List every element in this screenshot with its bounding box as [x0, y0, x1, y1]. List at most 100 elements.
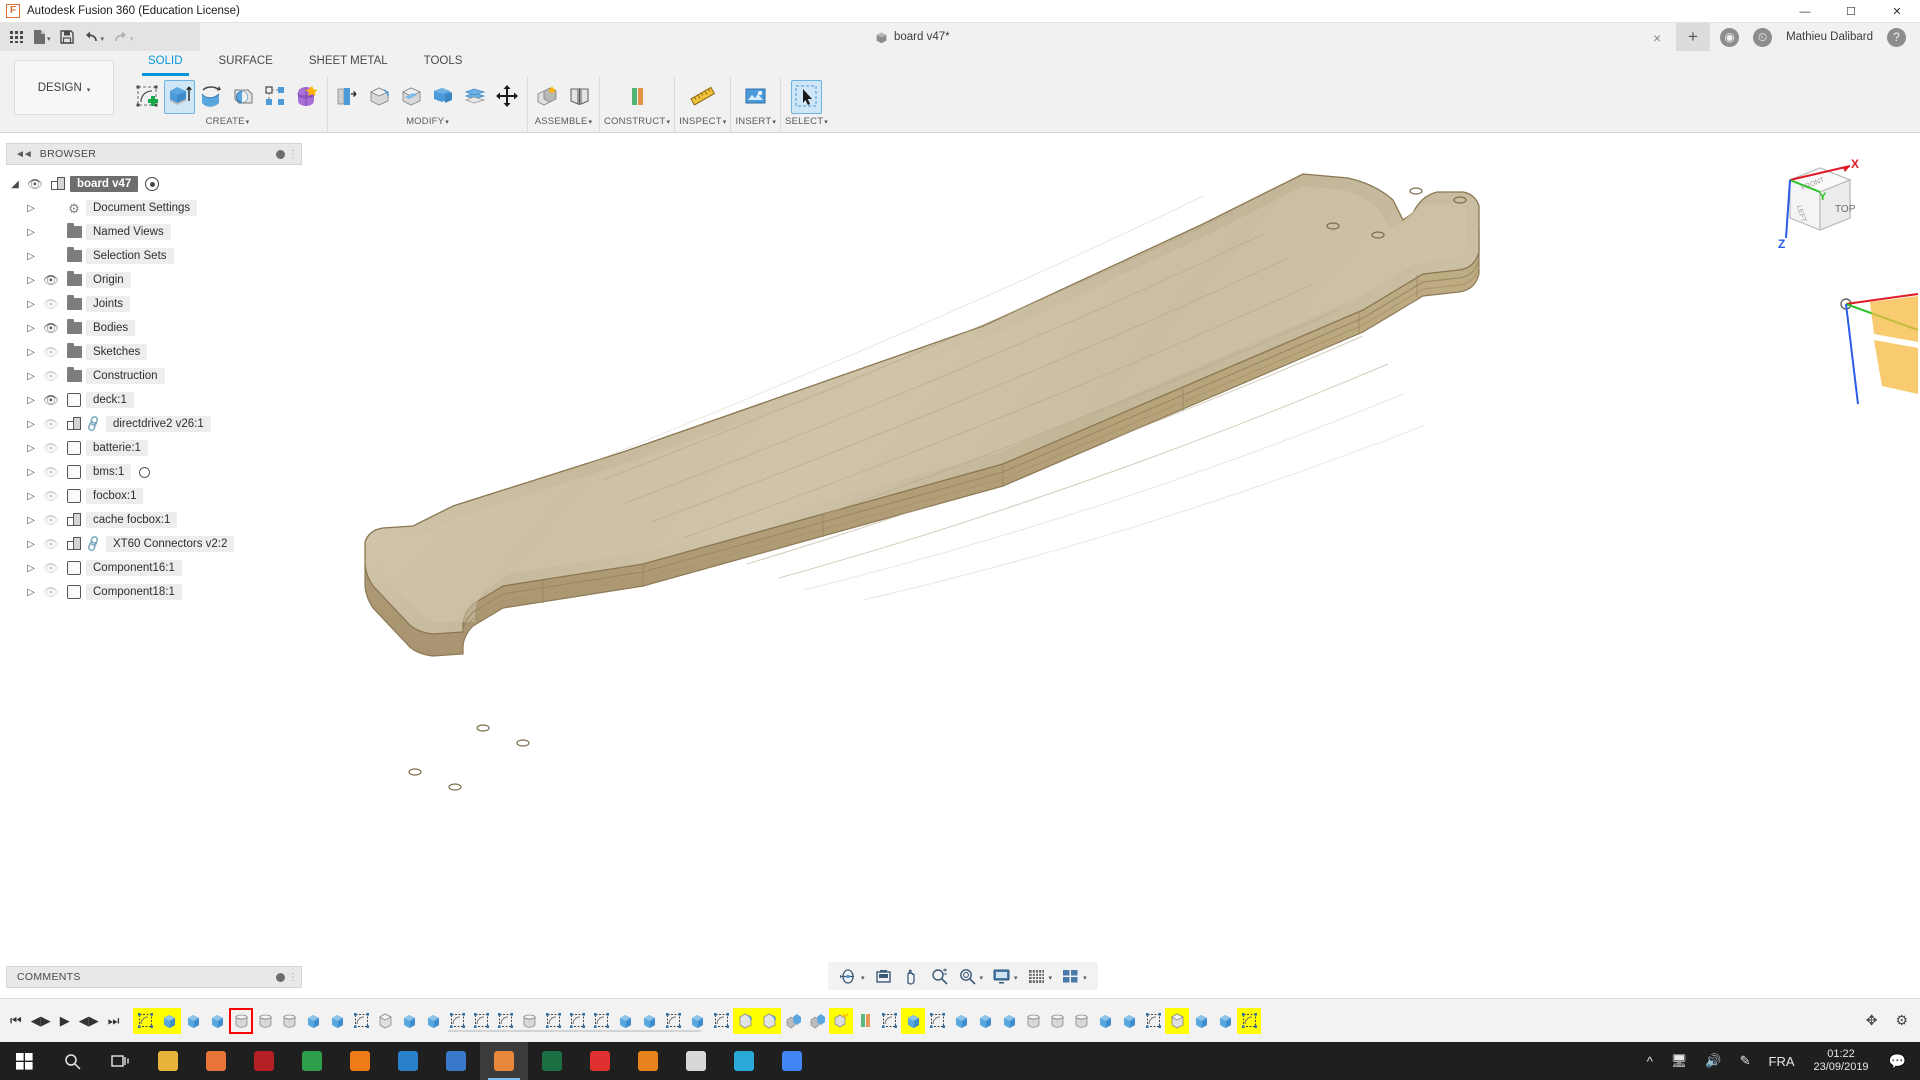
expand-arrow-right-icon[interactable]: ▷ — [22, 587, 40, 598]
timeline-feature-38[interactable] — [1021, 1008, 1045, 1034]
timeline-feature-41[interactable] — [1093, 1008, 1117, 1034]
contact-set-icon[interactable] — [139, 467, 150, 478]
chevron-up-icon[interactable]: ^ — [1638, 1054, 1662, 1069]
timeline-feature-12[interactable] — [397, 1008, 421, 1034]
workspace-switcher[interactable]: DESIGN ▾ — [14, 60, 114, 115]
form-icon[interactable] — [292, 80, 323, 114]
timeline-feature-35[interactable] — [949, 1008, 973, 1034]
visibility-toggle-icon[interactable]: 👁 — [40, 585, 62, 599]
tree-item-deck-1[interactable]: ▷👁deck:1 — [6, 388, 302, 412]
expand-arrow-right-icon[interactable]: ▷ — [22, 347, 40, 358]
visibility-toggle-icon[interactable]: 👁 — [40, 345, 62, 359]
clock[interactable]: 01:22 23/09/2019 — [1804, 1048, 1879, 1074]
new-tab-button[interactable]: + — [1676, 23, 1710, 51]
display-settings-icon[interactable]: ▾ — [989, 964, 1021, 988]
tree-item-construction[interactable]: ▷👁Construction — [6, 364, 302, 388]
joint-icon[interactable] — [564, 80, 595, 114]
timeline-feature-2[interactable] — [157, 1008, 181, 1034]
tree-item-cache-focbox-1[interactable]: ▷👁cache focbox:1 — [6, 508, 302, 532]
dropdown-caret-icon[interactable]: ▾ — [1049, 974, 1053, 982]
press-pull-icon[interactable] — [332, 80, 363, 114]
expand-arrow-right-icon[interactable]: ▷ — [22, 563, 40, 574]
job-status-icon[interactable]: ⏲ — [1753, 28, 1772, 47]
expand-arrow-right-icon[interactable]: ▷ — [22, 419, 40, 430]
timeline-drag-icon[interactable]: ✥ — [1866, 1012, 1878, 1029]
timeline-feature-47[interactable] — [1237, 1008, 1261, 1034]
expand-arrow-right-icon[interactable]: ▷ — [22, 467, 40, 478]
language-indicator[interactable]: FRA — [1760, 1054, 1804, 1069]
view-cube[interactable]: TOP FRONT LEFT X Y Z — [1762, 150, 1872, 260]
go-to-end-icon[interactable]: ⏭ — [108, 1013, 120, 1029]
excel-icon[interactable] — [528, 1042, 576, 1080]
expand-arrow-right-icon[interactable]: ▷ — [22, 515, 40, 526]
tree-item-batterie-1[interactable]: ▷👁batterie:1 — [6, 436, 302, 460]
new-component-icon[interactable] — [532, 80, 563, 114]
dropdown-caret-icon[interactable]: ▾ — [1014, 974, 1018, 982]
visibility-toggle-icon[interactable]: 👁 — [40, 273, 62, 287]
measure-icon[interactable] — [687, 80, 718, 114]
tab-solid[interactable]: SOLID — [130, 51, 201, 77]
timeline-feature-9[interactable] — [325, 1008, 349, 1034]
panel-select-label[interactable]: SELECT▾ — [785, 116, 828, 129]
extrude-icon[interactable] — [164, 80, 195, 114]
visibility-toggle-icon[interactable]: 👁 — [40, 441, 62, 455]
dreamweaver-icon[interactable] — [288, 1042, 336, 1080]
vlc-icon[interactable] — [624, 1042, 672, 1080]
expand-arrow-right-icon[interactable]: ▷ — [22, 323, 40, 334]
expand-arrow-right-icon[interactable]: ▷ — [22, 395, 40, 406]
task-view-icon[interactable] — [96, 1042, 144, 1080]
tree-item-selection-sets[interactable]: ▷Selection Sets — [6, 244, 302, 268]
visibility-toggle-icon[interactable]: 👁 — [24, 177, 46, 191]
tree-item-named-views[interactable]: ▷Named Views — [6, 220, 302, 244]
visibility-toggle-icon[interactable]: 👁 — [40, 465, 62, 479]
timeline-feature-34[interactable] — [925, 1008, 949, 1034]
panel-construct-label[interactable]: CONSTRUCT▾ — [604, 116, 670, 129]
windows-start-icon[interactable] — [0, 1042, 48, 1080]
expand-arrow-right-icon[interactable]: ▷ — [22, 299, 40, 310]
3d-viewport[interactable] — [303, 134, 1920, 987]
step-back-icon[interactable]: ◀▶ — [31, 1013, 51, 1029]
panel-create-label[interactable]: CREATE▾ — [206, 116, 250, 129]
expand-arrow-right-icon[interactable]: ▷ — [22, 371, 40, 382]
network-icon[interactable]: 🖥 — [1662, 1053, 1697, 1069]
dropdown-caret-icon[interactable]: ▾ — [861, 974, 865, 982]
chamfer-icon[interactable] — [396, 80, 427, 114]
pattern-icon[interactable] — [260, 80, 291, 114]
dropdown-caret-icon[interactable]: ▾ — [1083, 974, 1087, 982]
sweep-icon[interactable] — [228, 80, 259, 114]
tab-surface[interactable]: SURFACE — [201, 51, 291, 77]
tree-item-component16-1[interactable]: ▷👁Component16:1 — [6, 556, 302, 580]
timeline-settings-icon[interactable]: ⚙ — [1895, 1012, 1908, 1029]
timeline-feature-44[interactable] — [1165, 1008, 1189, 1034]
tree-item-xt60-connectors-v2-2[interactable]: ▷👁🔗XT60 Connectors v2:2 — [6, 532, 302, 556]
maximize-button[interactable]: ☐ — [1828, 0, 1874, 23]
file-explorer-icon[interactable] — [144, 1042, 192, 1080]
timeline-feature-11[interactable] — [373, 1008, 397, 1034]
user-name[interactable]: Mathieu Dalibard — [1786, 31, 1873, 43]
timeline-feature-1[interactable] — [133, 1008, 157, 1034]
grid-snaps-icon[interactable]: ▾ — [1024, 964, 1056, 988]
move-copy-icon[interactable] — [492, 80, 523, 114]
visibility-toggle-icon[interactable]: 👁 — [40, 513, 62, 527]
timeline-feature-10[interactable] — [349, 1008, 373, 1034]
collapse-left-icon[interactable]: ◄◄ — [15, 149, 31, 160]
undo-icon[interactable]: ▾ — [80, 25, 108, 49]
extension-icon[interactable]: ◉ — [1720, 28, 1739, 47]
cura-icon[interactable] — [720, 1042, 768, 1080]
orbit-icon[interactable]: ▾ — [836, 964, 868, 988]
illustrator-icon[interactable] — [336, 1042, 384, 1080]
visibility-toggle-icon[interactable]: 👁 — [40, 321, 62, 335]
timeline-feature-3[interactable] — [181, 1008, 205, 1034]
tinkercad-icon[interactable] — [576, 1042, 624, 1080]
firefox-icon[interactable] — [192, 1042, 240, 1080]
save-icon[interactable] — [56, 25, 78, 49]
pen-icon[interactable]: ✎ — [1731, 1053, 1760, 1069]
panel-grip-icon[interactable]: ⋮ — [288, 149, 298, 160]
activate-component-icon[interactable] — [145, 177, 159, 191]
timeline-feature-8[interactable] — [301, 1008, 325, 1034]
lightroom-icon[interactable] — [432, 1042, 480, 1080]
minimize-button[interactable]: — — [1782, 0, 1828, 23]
tree-item-bms-1[interactable]: ▷👁bms:1 — [6, 460, 302, 484]
expand-arrow-right-icon[interactable]: ▷ — [22, 539, 40, 550]
close-button[interactable]: ✕ — [1874, 0, 1920, 23]
